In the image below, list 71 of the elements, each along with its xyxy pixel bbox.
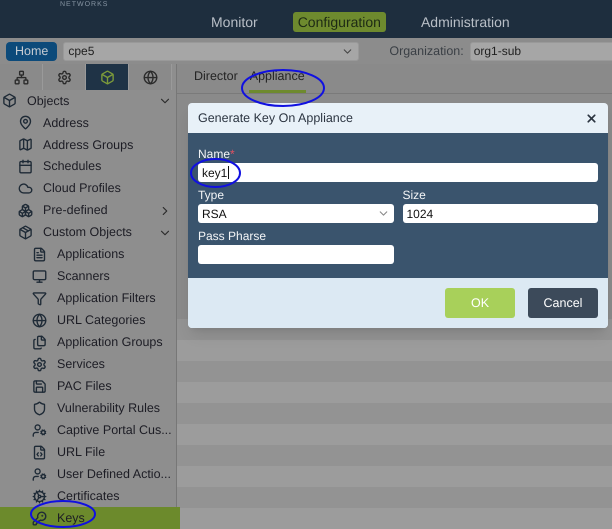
name-field[interactable]: key1 — [198, 163, 598, 182]
sidebar-tab[interactable] — [0, 64, 43, 90]
shield-icon — [32, 400, 47, 416]
map-icon — [18, 137, 33, 152]
user-gear-icon — [32, 422, 47, 438]
tree-item[interactable]: Application Groups — [0, 331, 180, 354]
dialog-title: Generate Key On Appliance — [198, 110, 353, 127]
user-gear-icon — [32, 466, 47, 482]
menu-tab[interactable]: Administration — [416, 12, 515, 32]
floppy-icon — [32, 378, 47, 394]
gear-icon — [56, 70, 72, 84]
cog-icon — [32, 488, 47, 504]
size-field[interactable]: 1024 — [402, 204, 598, 223]
annotation-circle — [30, 500, 96, 528]
sidebar-tab[interactable] — [86, 64, 129, 90]
tree-item[interactable]: PAC Files — [0, 375, 180, 398]
close-icon — [584, 112, 598, 124]
menu-tab[interactable]: Configuration — [292, 12, 386, 32]
tree-item[interactable]: Custom Objects — [0, 222, 180, 244]
name-label: Name — [198, 146, 230, 163]
files-icon — [32, 334, 47, 350]
cloud-icon — [18, 181, 33, 196]
calendar-icon — [18, 159, 33, 174]
annotation-circle — [190, 158, 241, 188]
tree-item[interactable]: Pre-defined — [0, 200, 180, 222]
tree-item[interactable]: Services — [0, 353, 180, 376]
type-select[interactable]: RSA — [198, 204, 394, 223]
boxes-icon — [18, 203, 33, 218]
filter-icon — [32, 291, 47, 306]
type-label: Type — [198, 187, 226, 204]
menu-tab[interactable]: Monitor — [206, 12, 263, 32]
organization-label: Organization: — [389, 42, 464, 60]
globe-icon — [142, 70, 158, 84]
home-button[interactable]: Home — [6, 42, 58, 60]
network-icon — [14, 70, 28, 84]
content-tab[interactable]: Director — [193, 67, 239, 93]
size-label: Size — [402, 187, 427, 204]
cancel-button[interactable]: Cancel — [528, 288, 598, 318]
content-tab[interactable]: Appliance — [248, 67, 306, 93]
tree-item[interactable]: URL File — [0, 441, 180, 464]
tree-item[interactable]: Address Groups — [0, 134, 180, 156]
package-icon — [18, 225, 33, 240]
tree-item[interactable]: Vulnerability Rules — [0, 397, 180, 420]
tree-item[interactable]: Address — [0, 112, 180, 134]
document-icon — [32, 247, 47, 262]
key-icon — [32, 510, 47, 526]
tree-item[interactable]: Certificates — [0, 485, 180, 508]
monitor-icon — [32, 269, 47, 284]
required-mark: * — [230, 146, 235, 163]
cube-icon — [2, 93, 17, 108]
tree-item[interactable]: Schedules — [0, 156, 180, 178]
tree-item[interactable]: Cloud Profiles — [0, 178, 180, 200]
tree-item[interactable]: Applications — [0, 244, 180, 266]
tree-item[interactable]: URL Categories — [0, 310, 180, 332]
tree-item[interactable]: Scanners — [0, 266, 180, 288]
tree-item[interactable]: Objects — [0, 90, 180, 112]
cube-icon — [100, 70, 114, 84]
tree-item[interactable]: Keys — [0, 507, 180, 529]
organization-field[interactable]: org1-sub — [470, 42, 612, 60]
pass-phrase-label: Pass Pharse — [198, 228, 268, 245]
gear-icon — [32, 356, 47, 372]
tree-item[interactable]: Captive Portal Cus... — [0, 419, 180, 442]
device-select[interactable]: cpe5 — [63, 42, 360, 60]
map-pin-icon — [18, 115, 33, 130]
code-file-icon — [32, 444, 47, 460]
pass-phrase-field[interactable] — [198, 245, 394, 264]
globe-icon — [32, 313, 47, 328]
sidebar-tab[interactable] — [129, 64, 172, 90]
tree-item[interactable]: User Defined Actio... — [0, 463, 180, 486]
tree-item[interactable]: Application Filters — [0, 288, 180, 310]
sidebar-tab[interactable] — [43, 64, 86, 90]
